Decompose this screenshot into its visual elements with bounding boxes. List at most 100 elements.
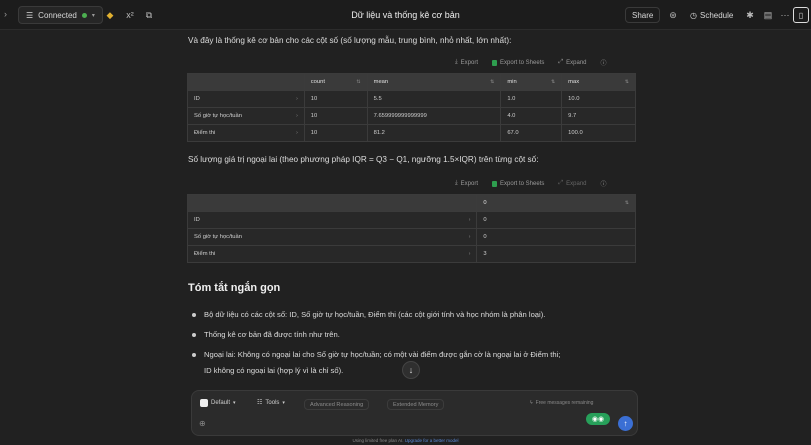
upgrade-link[interactable]: Upgrade for a better model (405, 438, 459, 443)
export-label: Export (460, 180, 478, 187)
export-sheets-button[interactable]: Export to Sheets (492, 59, 545, 66)
chevron-right-icon: › (468, 234, 471, 240)
files-icon[interactable]: ▤ (760, 7, 776, 23)
index-header[interactable] (186, 194, 478, 212)
share-button[interactable]: Share (625, 7, 661, 23)
schedule-button[interactable]: ◷ Schedule (690, 7, 733, 23)
chevron-right-icon: › (468, 251, 471, 257)
table-row: Điểm thi › 3 (186, 245, 636, 263)
expand-icon: ⤢ (558, 180, 564, 186)
column-header[interactable]: min ⇅ (500, 73, 563, 91)
table-cell: 3 (476, 245, 636, 263)
export-sheets-label: Export to Sheets (500, 180, 545, 187)
footer-text: Using limited free plan AI. (352, 438, 404, 443)
table-row: Điểm thi › 10 81.2 67.0 100.0 (187, 124, 636, 142)
free-messages-label: Free messages remaining (535, 400, 594, 406)
expand-button[interactable]: ⤢ Expand (558, 59, 586, 66)
panel-toggle-icon[interactable]: ▯ (793, 7, 809, 23)
sort-icon: ⇅ (356, 79, 361, 85)
scroll-down-button[interactable]: ↓ (402, 361, 420, 379)
outlier-intro: Số lượng giá trị ngoại lai (theo phương … (188, 155, 539, 164)
clock-icon: ◷ (690, 10, 697, 20)
expand-label: Expand (566, 59, 587, 66)
tools-button[interactable]: ☷ Tools ▾ (257, 399, 285, 407)
column-header[interactable]: max ⇅ (561, 73, 636, 91)
bullet-icon (192, 353, 196, 357)
list-item-continuation: ID không có ngoại lai (hợp lý vì là chỉ … (204, 366, 344, 375)
row-label-text: Điểm thi (194, 130, 216, 136)
chevron-right-icon: › (468, 217, 471, 223)
sort-icon: ⇅ (550, 79, 556, 85)
extended-memory-toggle[interactable]: Extended Memory (387, 399, 445, 410)
sheets-icon (492, 59, 497, 66)
info-icon[interactable]: ⓘ (601, 179, 607, 188)
row-label-text: Số giờ tự học/tuần (194, 234, 242, 240)
row-label: ID › (186, 211, 478, 229)
table-cell: 0 (476, 228, 636, 246)
top-bar: › ☰ Connected ▾ ◆ x² ⧉ Dữ liệu và thống … (0, 0, 811, 30)
list-item: Bộ dữ liệu có các cột số: ID, Số giờ tự … (192, 310, 545, 319)
gear-icon[interactable]: ✱ (742, 7, 758, 23)
table-row: ID › 0 (186, 211, 636, 229)
stats-intro: Và đây là thống kê cơ bản cho các cột số… (188, 36, 512, 45)
export-sheets-button[interactable]: Export to Sheets (492, 180, 545, 187)
row-label-text: Điểm thi (194, 251, 216, 257)
tools-icon: ☷ (257, 400, 263, 406)
python-icon[interactable]: ◆ (102, 7, 118, 23)
bolt-icon: ϟ (530, 400, 533, 406)
row-label: Điểm thi › (186, 245, 478, 263)
send-button[interactable]: ↑ (618, 416, 633, 431)
index-header[interactable] (187, 73, 305, 91)
sheets-icon (492, 180, 497, 187)
connection-status-button[interactable]: ☰ Connected ▾ (18, 6, 103, 24)
row-label: Số giờ tự học/tuần › (186, 228, 478, 246)
arrow-up-icon: ↑ (623, 419, 628, 428)
list-item-text: Thống kê cơ bản đã được tính như trên. (204, 330, 340, 339)
row-label-text: ID (194, 96, 200, 102)
export-button[interactable]: ⤓ Export (455, 59, 478, 66)
advanced-reasoning-toggle[interactable]: Advanced Reasoning (304, 399, 370, 410)
connected-dot-icon (81, 12, 87, 18)
sort-icon: ⇅ (490, 79, 495, 85)
history-icon[interactable]: ⊛ (665, 7, 681, 23)
table-cell: 4.0 (500, 107, 563, 125)
expand-button[interactable]: ⤢ Expand (558, 180, 586, 187)
table-cell: 5.5 (366, 90, 502, 108)
connection-label: Connected (38, 10, 77, 20)
attach-icon[interactable]: ⊕ (199, 419, 206, 428)
export-sheets-label: Export to Sheets (500, 59, 545, 66)
info-icon[interactable]: ⓘ (601, 58, 607, 67)
free-messages-remaining: ϟ Free messages remaining (530, 400, 593, 406)
model-icon (200, 399, 208, 407)
row-label-text: Số giờ tự học/tuần (194, 113, 242, 119)
message-composer[interactable]: Default ▾ ☷ Tools ▾ Advanced Reasoning E… (191, 390, 638, 436)
list-item-text: Bộ dữ liệu có các cột số: ID, Số giờ tự … (204, 310, 546, 319)
table-cell: 0 (476, 211, 636, 229)
row-label: Điểm thi › (187, 124, 305, 142)
database-icon: ☰ (26, 10, 34, 20)
model-select[interactable]: Default ▾ (200, 399, 236, 407)
row-label-text: ID (194, 217, 200, 223)
chevron-right-icon: › (296, 130, 298, 136)
copy-icon[interactable]: ⧉ (141, 7, 157, 23)
column-header-label: 0 (483, 200, 487, 206)
row-label: Số giờ tự học/tuần › (187, 107, 305, 125)
table-cell: 1.0 (500, 90, 563, 108)
list-item: Thống kê cơ bản đã được tính như trên. (192, 330, 340, 339)
column-header-label: min (507, 79, 517, 85)
expand-sidebar-icon[interactable]: › (4, 9, 7, 19)
export-button[interactable]: ⤓ Export (455, 180, 478, 187)
table-row: Số giờ tự học/tuần › 0 (186, 228, 636, 246)
table-cell: 7.659999999999999 (366, 107, 502, 125)
table-row: Số giờ tự học/tuần › 10 7.659999999999999… (187, 107, 636, 125)
more-icon[interactable]: ··· (777, 7, 793, 23)
expand-icon: ⤢ (558, 59, 564, 65)
table-cell: 10 (303, 90, 368, 108)
variables-icon[interactable]: x² (122, 7, 138, 23)
voice-mode-icon[interactable]: ◉◉ (586, 413, 610, 425)
tools-label: Tools (265, 399, 280, 406)
column-header[interactable]: 0 ⇅ (476, 194, 636, 212)
column-header[interactable]: count ⇅ (303, 73, 368, 91)
table-cell: 67.0 (500, 124, 563, 142)
column-header[interactable]: mean ⇅ (366, 73, 502, 91)
